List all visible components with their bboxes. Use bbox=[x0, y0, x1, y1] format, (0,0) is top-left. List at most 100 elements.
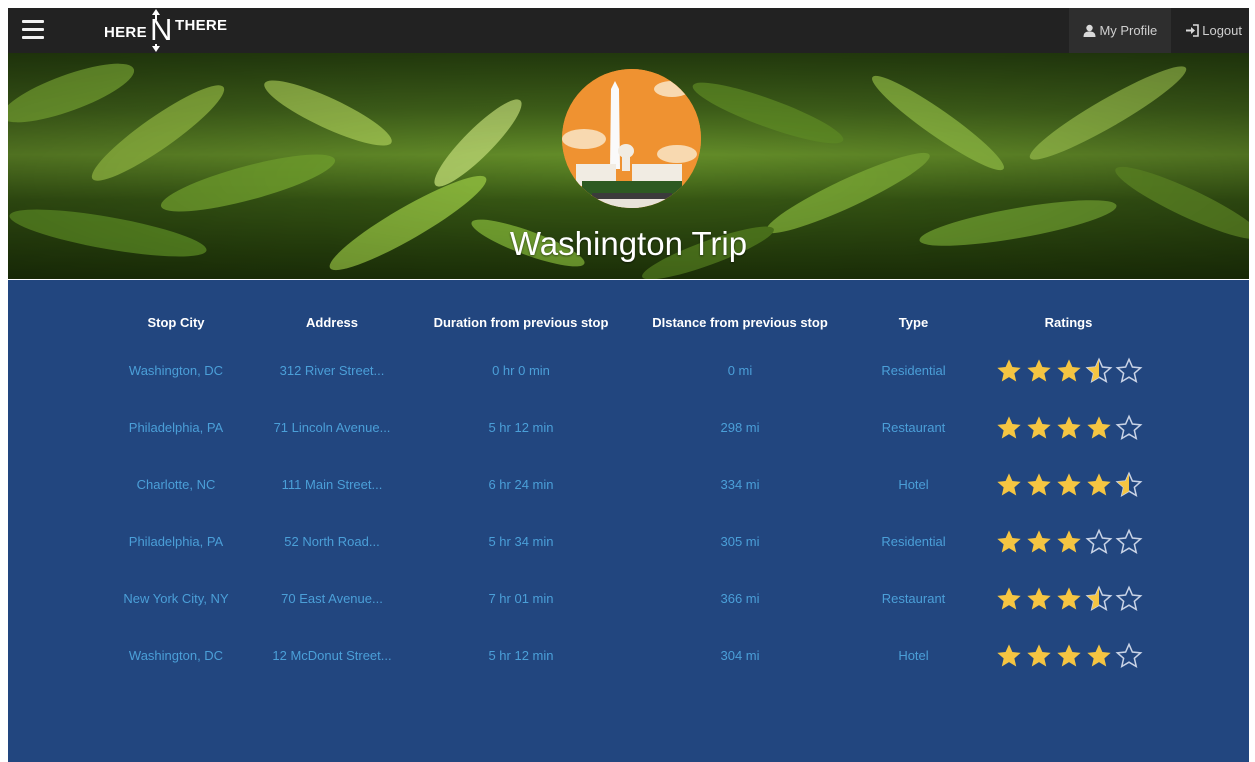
duration-cell: 5 hr 34 min bbox=[488, 534, 554, 549]
star-rating bbox=[995, 641, 1143, 670]
star-full-icon bbox=[1056, 643, 1081, 666]
star-half-icon bbox=[1085, 356, 1112, 383]
rating-cell bbox=[959, 570, 1178, 627]
type-cell: Residential bbox=[881, 363, 946, 378]
table-row[interactable]: Washington, DC 312 River Street... 0 hr 0 … bbox=[118, 342, 1178, 399]
star-full-icon bbox=[1086, 472, 1111, 495]
star-full-icon bbox=[996, 529, 1021, 552]
header-duration: Duration from previous stop bbox=[433, 314, 609, 330]
star-empty-icon bbox=[1115, 356, 1142, 383]
star-full-icon bbox=[1026, 358, 1051, 381]
star-half-icon bbox=[1085, 584, 1112, 611]
app-frame: HERE N THERE My Profile Logout Washingto… bbox=[8, 8, 1249, 762]
table-row[interactable]: Washington, DC 12 McDonut Street... 5 hr 1… bbox=[118, 627, 1178, 684]
address-cell: 52 North Road... bbox=[284, 534, 380, 549]
nav-right: My Profile Logout bbox=[1069, 8, 1249, 53]
stops-table: Stop City Address Duration from previous… bbox=[118, 302, 1178, 684]
header-ratings: Ratings bbox=[1044, 314, 1093, 330]
rating-cell bbox=[959, 399, 1178, 456]
distance-cell: 304 mi bbox=[720, 648, 760, 663]
star-rating bbox=[995, 527, 1143, 556]
star-empty-icon bbox=[1085, 527, 1112, 554]
type-cell: Hotel bbox=[898, 477, 929, 492]
star-full-icon bbox=[996, 472, 1021, 495]
address-cell: 12 McDonut Street... bbox=[272, 648, 392, 663]
rating-cell bbox=[959, 627, 1178, 684]
star-full-icon bbox=[1056, 472, 1081, 495]
table-row[interactable]: Philadelphia, PA 52 North Road... 5 hr 34 … bbox=[118, 513, 1178, 570]
star-full-icon bbox=[996, 358, 1021, 381]
star-full-icon bbox=[1026, 586, 1051, 609]
table-header-row: Stop City Address Duration from previous… bbox=[118, 302, 1178, 342]
star-full-icon bbox=[996, 643, 1021, 666]
star-full-icon bbox=[1056, 358, 1081, 381]
trip-title: Washington Trip bbox=[509, 225, 748, 262]
hero-banner: Washington Trip bbox=[8, 53, 1249, 279]
duration-cell: 6 hr 24 min bbox=[488, 477, 554, 492]
star-half-icon bbox=[1115, 470, 1142, 497]
logout-link[interactable]: Logout bbox=[1171, 8, 1249, 53]
duration-cell: 7 hr 01 min bbox=[488, 591, 554, 606]
hamburger-menu-icon[interactable] bbox=[22, 20, 44, 40]
navbar: HERE N THERE My Profile Logout bbox=[8, 8, 1249, 53]
header-distance: DIstance from previous stop bbox=[652, 314, 828, 330]
star-empty-icon bbox=[1115, 527, 1142, 554]
table-row[interactable]: Charlotte, NC 111 Main Street... 6 hr 24 m… bbox=[118, 456, 1178, 513]
star-full-icon bbox=[1056, 529, 1081, 552]
rating-cell bbox=[959, 456, 1178, 513]
stop-city-cell: Charlotte, NC bbox=[136, 477, 216, 492]
duration-cell: 0 hr 0 min bbox=[492, 363, 550, 378]
distance-cell: 334 mi bbox=[720, 477, 760, 492]
stop-city-cell: Washington, DC bbox=[128, 648, 224, 663]
trip-image bbox=[562, 69, 701, 208]
header-stop-city: Stop City bbox=[147, 314, 205, 330]
star-full-icon bbox=[1086, 643, 1111, 666]
distance-cell: 305 mi bbox=[720, 534, 760, 549]
star-full-icon bbox=[1026, 529, 1051, 552]
logout-icon bbox=[1186, 24, 1200, 37]
star-full-icon bbox=[1086, 415, 1111, 438]
table-row[interactable]: Philadelphia, PA 71 Lincoln Avenue... 5 hr… bbox=[118, 399, 1178, 456]
star-rating bbox=[995, 356, 1143, 385]
rating-cell bbox=[959, 342, 1178, 399]
distance-cell: 298 mi bbox=[720, 420, 760, 435]
type-cell: Hotel bbox=[898, 648, 929, 663]
stop-city-cell: Washington, DC bbox=[128, 363, 224, 378]
star-full-icon bbox=[1056, 415, 1081, 438]
duration-cell: 5 hr 12 min bbox=[488, 420, 554, 435]
header-address: Address bbox=[305, 314, 359, 330]
address-cell: 312 River Street... bbox=[279, 363, 385, 378]
star-full-icon bbox=[1026, 643, 1051, 666]
star-full-icon bbox=[996, 415, 1021, 438]
stop-city-cell: Philadelphia, PA bbox=[128, 534, 224, 549]
star-full-icon bbox=[1056, 586, 1081, 609]
star-empty-icon bbox=[1115, 584, 1142, 611]
address-cell: 70 East Avenue... bbox=[281, 591, 383, 606]
brand-there-text: THERE bbox=[175, 17, 228, 34]
washington-monument-illustration bbox=[562, 69, 701, 208]
my-profile-link[interactable]: My Profile bbox=[1069, 8, 1172, 53]
logout-label: Logout bbox=[1202, 23, 1242, 38]
stop-city-cell: New York City, NY bbox=[123, 591, 229, 606]
type-cell: Restaurant bbox=[881, 420, 946, 435]
star-full-icon bbox=[996, 586, 1021, 609]
type-cell: Restaurant bbox=[881, 591, 946, 606]
user-icon bbox=[1083, 24, 1096, 37]
star-rating bbox=[995, 413, 1143, 442]
star-full-icon bbox=[1026, 472, 1051, 495]
stop-city-cell: Philadelphia, PA bbox=[128, 420, 224, 435]
type-cell: Residential bbox=[881, 534, 946, 549]
star-empty-icon bbox=[1115, 641, 1142, 668]
rating-cell bbox=[959, 513, 1178, 570]
star-rating bbox=[995, 584, 1143, 613]
table-row[interactable]: New York City, NY 70 East Avenue... 7 hr 0… bbox=[118, 570, 1178, 627]
my-profile-label: My Profile bbox=[1099, 23, 1158, 38]
star-rating bbox=[995, 470, 1143, 499]
distance-cell: 366 mi bbox=[720, 591, 760, 606]
distance-cell: 0 mi bbox=[727, 363, 753, 378]
brand-logo[interactable]: HERE N THERE bbox=[104, 8, 244, 53]
address-cell: 71 Lincoln Avenue... bbox=[273, 420, 391, 435]
star-empty-icon bbox=[1115, 413, 1142, 440]
star-full-icon bbox=[1026, 415, 1051, 438]
duration-cell: 5 hr 12 min bbox=[488, 648, 554, 663]
